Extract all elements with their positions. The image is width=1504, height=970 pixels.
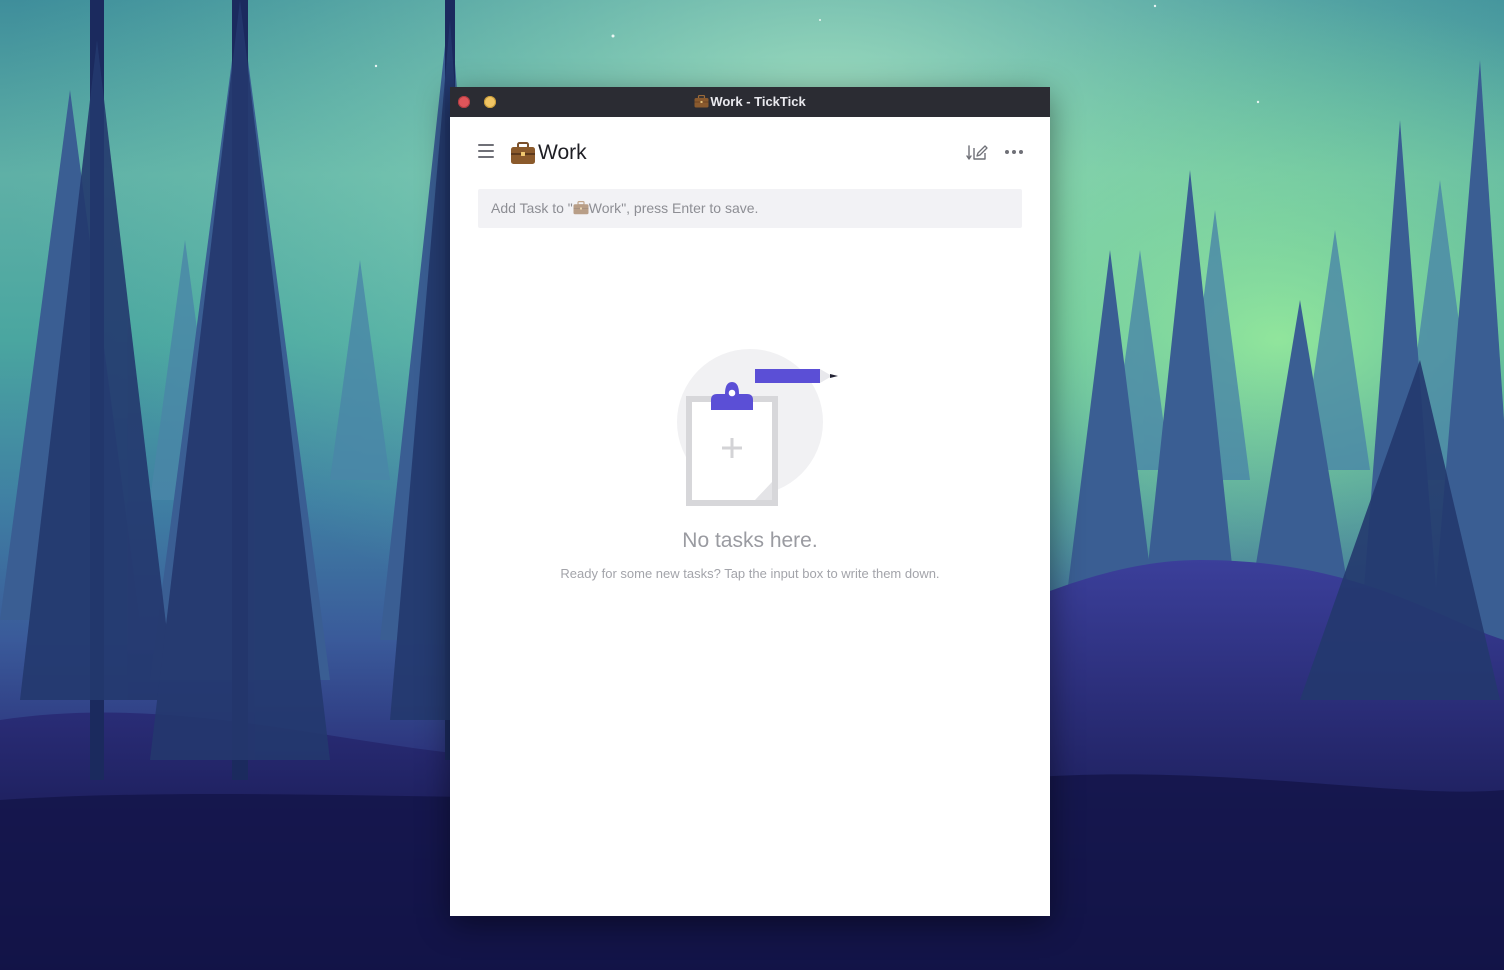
window-title: Work - TickTick — [450, 87, 1050, 117]
add-task-placeholder-list: Work — [588, 200, 622, 216]
list-header: Work — [450, 117, 1050, 183]
clipboard-pencil-illustration — [677, 349, 838, 506]
list-title: Work — [510, 139, 587, 167]
briefcase-icon — [511, 141, 535, 164]
hamburger-menu-icon[interactable] — [478, 144, 494, 158]
briefcase-icon — [573, 201, 589, 215]
app-window: Work - TickTick Work Add Task to " Work"… — [450, 87, 1050, 916]
window-titlebar[interactable]: Work - TickTick — [450, 87, 1050, 117]
empty-state-title: No tasks here. — [682, 529, 818, 552]
list-name: Work — [538, 141, 587, 164]
empty-state-subtitle: Ready for some new tasks? Tap the input … — [560, 566, 940, 581]
add-task-placeholder-suffix: ", press Enter to save. — [621, 200, 759, 216]
add-task-input[interactable]: Add Task to " Work", press Enter to save… — [478, 189, 1022, 228]
sort-edit-icon[interactable] — [966, 143, 988, 161]
briefcase-icon — [694, 95, 709, 108]
window-title-text: Work - TickTick — [710, 94, 806, 109]
add-task-placeholder-prefix: Add Task to " — [491, 200, 573, 216]
more-horizontal-icon[interactable] — [1004, 145, 1024, 159]
